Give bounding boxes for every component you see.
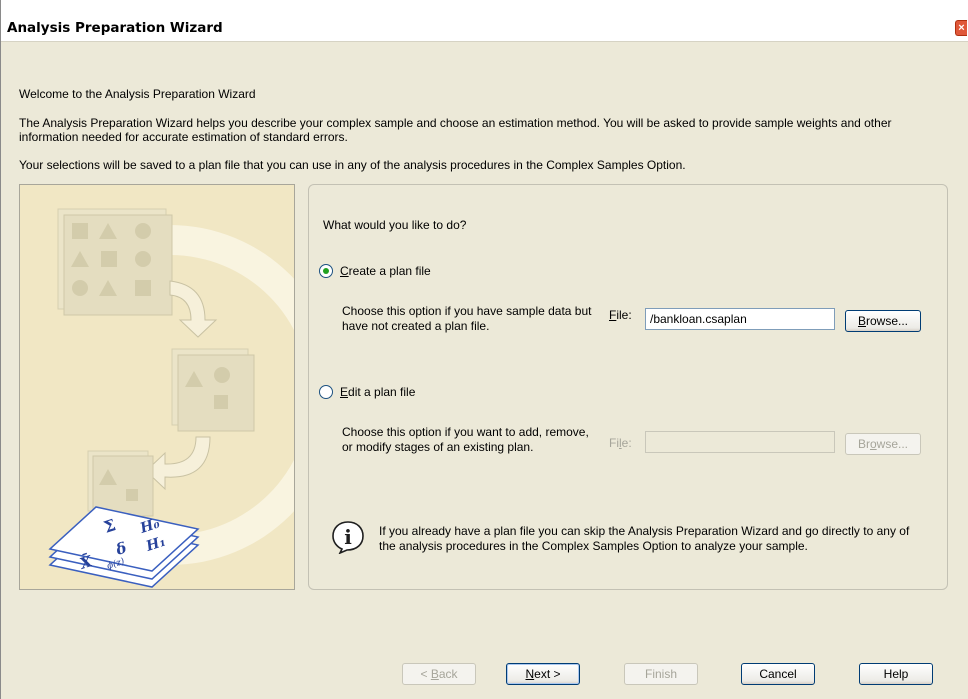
arrow-left-icon [145, 436, 211, 491]
create-plan-mnemonic: C [340, 264, 349, 278]
next-mnemonic: N [525, 667, 535, 681]
create-plan-label-text: reate a plan file [348, 264, 431, 278]
next-label: ext > [534, 667, 561, 681]
back-mnemonic: B [430, 667, 439, 681]
close-button[interactable]: × [955, 20, 967, 36]
create-browse-label: rowse... [866, 314, 909, 328]
create-plan-radio[interactable] [319, 264, 333, 278]
window-title: Analysis Preparation Wizard [7, 20, 223, 36]
edit-browse-mnemonic: o [869, 437, 877, 451]
formula-papers-icon: Σ H₀ δ H₁ X̄ ϕ(z) [48, 506, 200, 588]
edit-browse-button: Browse... [845, 433, 921, 455]
edit-plan-radio[interactable] [319, 385, 333, 399]
finish-button: Finish [624, 663, 698, 685]
create-file-label-text: ile: [616, 308, 632, 322]
cancel-button[interactable]: Cancel [741, 663, 815, 685]
shape-card-icon [57, 208, 173, 316]
edit-file-label-b: e: [621, 436, 632, 450]
create-browse-button[interactable]: Browse... [845, 310, 921, 332]
edit-plan-mnemonic: E [340, 385, 349, 399]
wizard-description: The Analysis Preparation Wizard helps yo… [19, 116, 892, 144]
welcome-heading: Welcome to the Analysis Preparation Wiza… [19, 87, 256, 101]
back-label: ack [438, 667, 458, 681]
back-button: < Back [402, 663, 476, 685]
edit-plan-help: Choose this option if you want to add, r… [342, 425, 589, 454]
edit-browse-a: Br [857, 437, 870, 451]
illustration-graphic: Σ H₀ δ H₁ X̄ ϕ(z) [48, 208, 294, 588]
info-message: If you already have a plan file you can … [379, 524, 910, 553]
title-bar: Analysis Preparation Wizard × [1, 0, 968, 42]
create-file-label: File: [609, 308, 632, 322]
info-icon: i [332, 521, 364, 554]
create-browse-mnemonic: B [857, 314, 866, 328]
create-plan-help: Choose this option if you have sample da… [342, 304, 592, 333]
options-group: What would you like to do? Create a plan… [308, 184, 948, 590]
edit-file-label-a: Fi [609, 436, 619, 450]
edit-file-input [645, 431, 835, 453]
edit-browse-b: wse... [876, 437, 909, 451]
save-note: Your selections will be saved to a plan … [19, 158, 686, 172]
back-prefix: < [420, 667, 431, 681]
svg-text:i: i [344, 525, 352, 549]
small-card-icon [87, 450, 154, 517]
sample-card-icon [171, 348, 255, 432]
next-button[interactable]: Next > [506, 663, 580, 685]
arrow-down-icon [169, 280, 218, 338]
edit-plan-label-text: dit a plan file [348, 385, 416, 399]
edit-file-label: File: [609, 436, 632, 450]
create-plan-label[interactable]: Create a plan file [340, 264, 431, 278]
options-question: What would you like to do? [323, 218, 467, 232]
wizard-window: Analysis Preparation Wizard × Welcome to… [0, 0, 968, 699]
edit-plan-label[interactable]: Edit a plan file [340, 385, 415, 399]
wizard-illustration: Σ H₀ δ H₁ X̄ ϕ(z) [19, 184, 295, 590]
help-button[interactable]: Help [859, 663, 933, 685]
create-file-input[interactable] [645, 308, 835, 330]
